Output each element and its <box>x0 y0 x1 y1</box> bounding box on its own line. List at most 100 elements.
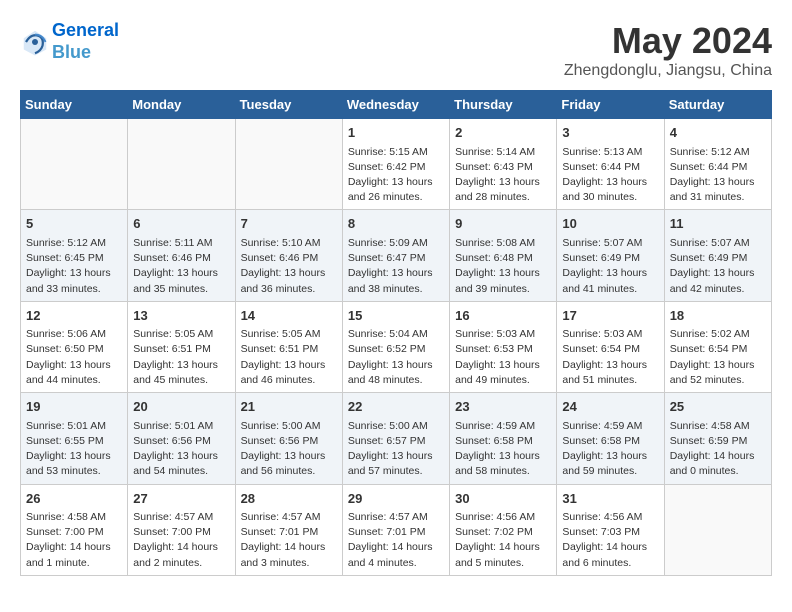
cell-content: Daylight: 13 hours <box>562 175 658 190</box>
cell-content: and 28 minutes. <box>455 190 551 205</box>
cell-content: Daylight: 14 hours <box>670 449 766 464</box>
cell-content: Daylight: 14 hours <box>348 540 444 555</box>
month-year: May 2024 <box>564 20 772 62</box>
calendar-cell: 8Sunrise: 5:09 AMSunset: 6:47 PMDaylight… <box>342 210 449 301</box>
day-number: 21 <box>241 397 337 417</box>
cell-content: and 51 minutes. <box>562 373 658 388</box>
cell-content: and 0 minutes. <box>670 464 766 479</box>
cell-content: and 5 minutes. <box>455 556 551 571</box>
cell-content: Daylight: 13 hours <box>670 266 766 281</box>
calendar-cell: 27Sunrise: 4:57 AMSunset: 7:00 PMDayligh… <box>128 484 235 575</box>
cell-content: Sunset: 7:00 PM <box>133 525 229 540</box>
cell-content: Daylight: 14 hours <box>455 540 551 555</box>
calendar-cell <box>21 119 128 210</box>
week-row-5: 26Sunrise: 4:58 AMSunset: 7:00 PMDayligh… <box>21 484 772 575</box>
calendar-cell <box>235 119 342 210</box>
cell-content: Sunrise: 5:04 AM <box>348 327 444 342</box>
cell-content: and 30 minutes. <box>562 190 658 205</box>
cell-content: Sunrise: 4:59 AM <box>562 419 658 434</box>
cell-content: Sunrise: 5:05 AM <box>241 327 337 342</box>
calendar-cell: 11Sunrise: 5:07 AMSunset: 6:49 PMDayligh… <box>664 210 771 301</box>
cell-content: and 46 minutes. <box>241 373 337 388</box>
cell-content: Sunset: 6:54 PM <box>562 342 658 357</box>
cell-content: Daylight: 13 hours <box>348 449 444 464</box>
cell-content: Daylight: 13 hours <box>241 358 337 373</box>
cell-content: Daylight: 13 hours <box>670 175 766 190</box>
cell-content: and 39 minutes. <box>455 282 551 297</box>
week-row-1: 1Sunrise: 5:15 AMSunset: 6:42 PMDaylight… <box>21 119 772 210</box>
cell-content: Sunset: 6:59 PM <box>670 434 766 449</box>
day-number: 19 <box>26 397 122 417</box>
cell-content: and 57 minutes. <box>348 464 444 479</box>
calendar-cell: 13Sunrise: 5:05 AMSunset: 6:51 PMDayligh… <box>128 301 235 392</box>
calendar-cell: 3Sunrise: 5:13 AMSunset: 6:44 PMDaylight… <box>557 119 664 210</box>
calendar-cell: 6Sunrise: 5:11 AMSunset: 6:46 PMDaylight… <box>128 210 235 301</box>
day-number: 6 <box>133 214 229 234</box>
day-number: 26 <box>26 489 122 509</box>
title-block: May 2024 Zhengdonglu, Jiangsu, China <box>564 20 772 80</box>
calendar-cell: 16Sunrise: 5:03 AMSunset: 6:53 PMDayligh… <box>450 301 557 392</box>
cell-content: Daylight: 13 hours <box>133 449 229 464</box>
cell-content: and 1 minute. <box>26 556 122 571</box>
cell-content: and 45 minutes. <box>133 373 229 388</box>
cell-content: and 48 minutes. <box>348 373 444 388</box>
cell-content: and 33 minutes. <box>26 282 122 297</box>
cell-content: and 53 minutes. <box>26 464 122 479</box>
cell-content: Sunset: 7:03 PM <box>562 525 658 540</box>
calendar-cell: 24Sunrise: 4:59 AMSunset: 6:58 PMDayligh… <box>557 393 664 484</box>
day-number: 10 <box>562 214 658 234</box>
cell-content: Daylight: 13 hours <box>348 266 444 281</box>
cell-content: Sunrise: 5:05 AM <box>133 327 229 342</box>
calendar-cell: 25Sunrise: 4:58 AMSunset: 6:59 PMDayligh… <box>664 393 771 484</box>
cell-content: Sunrise: 5:01 AM <box>26 419 122 434</box>
cell-content: Daylight: 14 hours <box>562 540 658 555</box>
cell-content: Sunrise: 5:01 AM <box>133 419 229 434</box>
cell-content: Sunrise: 4:56 AM <box>455 510 551 525</box>
cell-content: Daylight: 13 hours <box>26 266 122 281</box>
calendar-cell: 22Sunrise: 5:00 AMSunset: 6:57 PMDayligh… <box>342 393 449 484</box>
cell-content: and 56 minutes. <box>241 464 337 479</box>
cell-content: Sunrise: 4:57 AM <box>133 510 229 525</box>
cell-content: and 36 minutes. <box>241 282 337 297</box>
day-number: 15 <box>348 306 444 326</box>
cell-content: and 35 minutes. <box>133 282 229 297</box>
cell-content: Sunrise: 5:07 AM <box>670 236 766 251</box>
calendar-cell: 15Sunrise: 5:04 AMSunset: 6:52 PMDayligh… <box>342 301 449 392</box>
cell-content: Daylight: 13 hours <box>562 449 658 464</box>
calendar-cell: 21Sunrise: 5:00 AMSunset: 6:56 PMDayligh… <box>235 393 342 484</box>
cell-content: Sunrise: 5:14 AM <box>455 145 551 160</box>
cell-content: Sunrise: 5:07 AM <box>562 236 658 251</box>
cell-content: Sunset: 6:45 PM <box>26 251 122 266</box>
cell-content: Sunset: 6:46 PM <box>133 251 229 266</box>
cell-content: and 6 minutes. <box>562 556 658 571</box>
day-number: 8 <box>348 214 444 234</box>
calendar-cell: 12Sunrise: 5:06 AMSunset: 6:50 PMDayligh… <box>21 301 128 392</box>
cell-content: and 2 minutes. <box>133 556 229 571</box>
day-number: 4 <box>670 123 766 143</box>
page-header: General Blue May 2024 Zhengdonglu, Jiang… <box>20 20 772 80</box>
calendar-cell <box>664 484 771 575</box>
logo-text: General Blue <box>52 20 119 63</box>
cell-content: and 49 minutes. <box>455 373 551 388</box>
cell-content: Sunset: 6:50 PM <box>26 342 122 357</box>
header-cell-tuesday: Tuesday <box>235 91 342 119</box>
week-row-2: 5Sunrise: 5:12 AMSunset: 6:45 PMDaylight… <box>21 210 772 301</box>
day-number: 7 <box>241 214 337 234</box>
cell-content: and 31 minutes. <box>670 190 766 205</box>
cell-content: Daylight: 13 hours <box>133 358 229 373</box>
cell-content: and 41 minutes. <box>562 282 658 297</box>
cell-content: and 52 minutes. <box>670 373 766 388</box>
calendar-cell: 17Sunrise: 5:03 AMSunset: 6:54 PMDayligh… <box>557 301 664 392</box>
cell-content: Sunset: 6:48 PM <box>455 251 551 266</box>
day-number: 27 <box>133 489 229 509</box>
cell-content: Daylight: 13 hours <box>348 358 444 373</box>
calendar-cell: 9Sunrise: 5:08 AMSunset: 6:48 PMDaylight… <box>450 210 557 301</box>
calendar-cell: 19Sunrise: 5:01 AMSunset: 6:55 PMDayligh… <box>21 393 128 484</box>
calendar-cell: 4Sunrise: 5:12 AMSunset: 6:44 PMDaylight… <box>664 119 771 210</box>
calendar-cell: 1Sunrise: 5:15 AMSunset: 6:42 PMDaylight… <box>342 119 449 210</box>
logo: General Blue <box>20 20 119 63</box>
cell-content: Sunrise: 5:11 AM <box>133 236 229 251</box>
cell-content: and 59 minutes. <box>562 464 658 479</box>
day-number: 23 <box>455 397 551 417</box>
cell-content: Sunrise: 5:08 AM <box>455 236 551 251</box>
